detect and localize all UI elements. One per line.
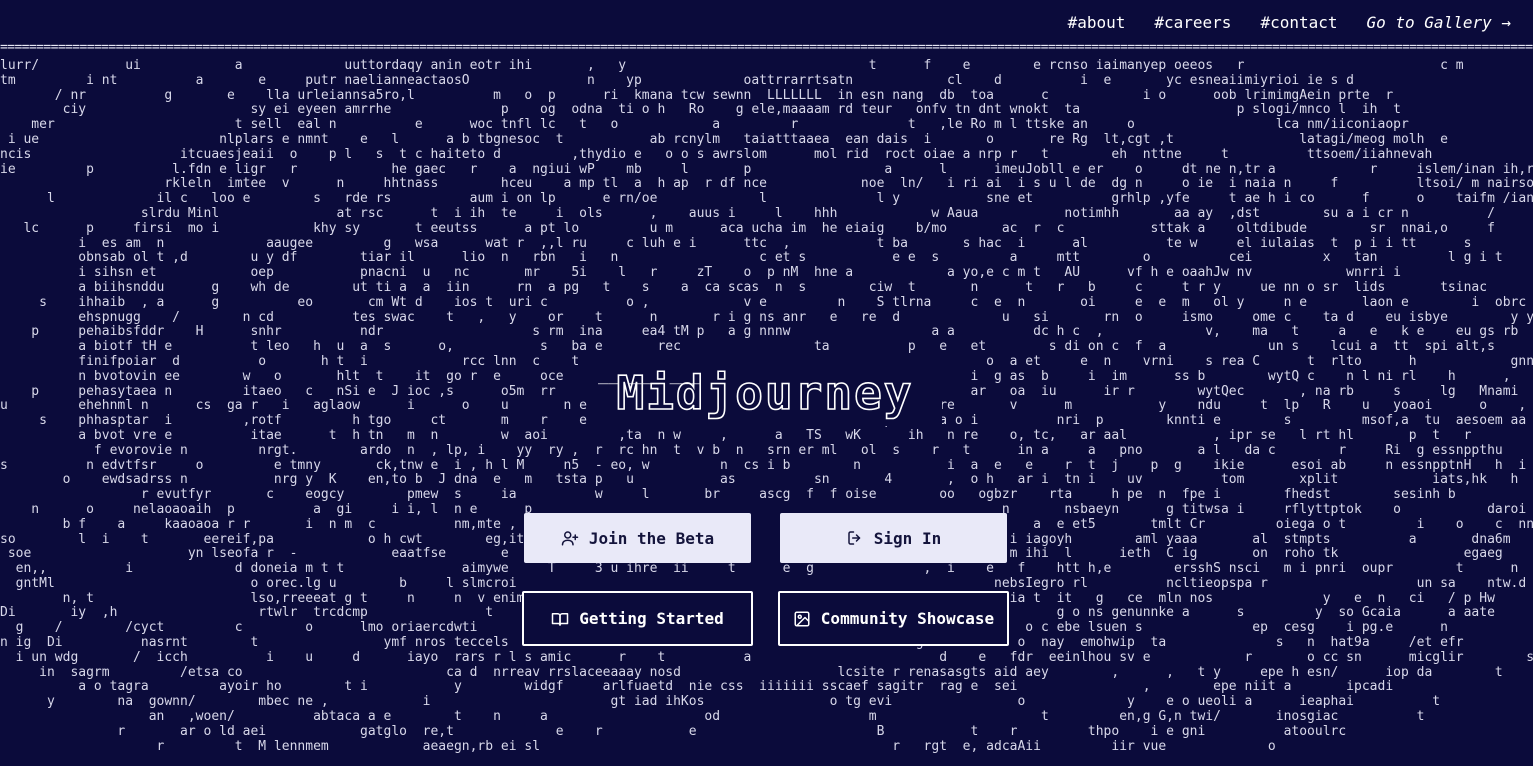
ascii-line: so l i t eereif,pa o h cwt eg,ito ub i i… [0, 531, 1533, 547]
ascii-line: / nr g e lla urleiannsa5ro,l m o p ri km… [0, 87, 1394, 103]
ascii-line: mer t sell eal n e woc tnfl lc t o a r t… [0, 117, 1409, 133]
ascii-line: ehspnugg / n cd tes swac t , y or t n r … [78, 309, 1533, 325]
image-icon [794, 611, 810, 626]
ascii-line: ncis itcuaesjeaii o p l s t c haiteto d … [0, 146, 1433, 162]
sign-in-button[interactable]: Sign In [780, 513, 1007, 563]
ascii-line: lc p firsi mo i khy sy t eeutss a pt lo … [0, 220, 1533, 236]
sign-in-label: Sign In [873, 528, 942, 548]
ascii-line: f evorovie n nrgt. ardo n , lp, i yy ry … [0, 442, 1533, 458]
nav-link-about[interactable]: #about [1068, 13, 1126, 32]
ascii-line: tm i nt a e putr naelianneactaosO n yp o… [0, 72, 1355, 88]
getting-started-label: Getting Started [579, 609, 724, 628]
ascii-line: r t M lennmem aeaegn,rb ei sl r rgt e, a… [0, 738, 1276, 754]
ascii-line: ie p l.fdn e ligr r he gaec r a ngiui wP… [0, 161, 1533, 177]
logo-wordmark: Midjourney [617, 366, 914, 420]
go-to-gallery-link[interactable]: Go to Gallery → [1367, 13, 1512, 32]
ascii-line: obnsab ol t ,d u y df tiar il lio n rbn … [78, 250, 1503, 266]
user-plus-icon [561, 531, 579, 546]
ascii-line: ciy sy ei eyeen amrrhe p og odna ti o h … [0, 102, 1401, 118]
ascii-line: n o nelaoaoaih p a gi i i, l n e p n nsb… [0, 501, 1533, 517]
ascii-line: l il c loo e s rde rs aum i on lp e rn/o… [0, 191, 1533, 207]
ascii-line: a o tagra ayoir ho t i y widgf arlfuaetd… [0, 679, 1394, 695]
ascii-line: i es am n aaugee g wsa wat r ,,l ru c lu… [0, 235, 1533, 251]
ascii-line: a biihsnddu g wh de ut ti a a iin rn a p… [78, 279, 1488, 295]
ascii-line: i sihsn et oep pnacni u nc mr 5i l r zT … [0, 265, 1533, 281]
ascii-line: s ihhaib , a g eo cm Wt d ios t uri c o … [39, 294, 1527, 310]
ascii-line: y na gownn/ mbec ne , i gt iad ihKos o t… [0, 694, 1441, 710]
ascii-line: g / /cyct c o lmo oriaercdwti a n o c eb… [15, 620, 1448, 636]
ascii-line: in sagrm /etsa co ca d nrreav rrslaceeaa… [0, 664, 1503, 680]
ascii-line: a bvot vre e itae t h tn m n w aoi ,ta n… [0, 427, 1533, 443]
community-showcase-label: Community Showcase [820, 609, 995, 628]
ascii-line: s n edvtfsr o e tmny ck,tnw e i , h l M … [0, 457, 1533, 473]
nav-link-contact[interactable]: #contact [1260, 13, 1337, 32]
ascii-line: lurr/ ui a uuttordaqy anin eotr ihi , y … [0, 59, 1464, 73]
nav-link-careers[interactable]: #careers [1154, 13, 1231, 32]
ascii-line: n ig Di nasrnt t ymf nros teccels a a oi… [0, 635, 1464, 651]
logo: __ ___ ___ Midjourney [588, 356, 942, 426]
ascii-line: p pehaibsfddr H snhr ndr s rm ina ea4 tM… [31, 324, 1519, 340]
ascii-line: i un wdg / icch i u d iayo rars r l s am… [0, 649, 1533, 665]
top-nav: #about #careers #contact Go to Gallery → [0, 0, 1533, 44]
ascii-line: slrdu Minl at rsc t i ih te i ols , auus… [0, 205, 1533, 221]
login-icon [848, 531, 861, 545]
ascii-line: r ar o ld aei gatglo re,t e r e B t r th… [0, 723, 1347, 739]
join-beta-button[interactable]: Join the Beta [524, 513, 751, 563]
ascii-line: Di iy ,h rtwlr trcdcmp t l g o ns genunn… [0, 605, 1495, 621]
ascii-line: gntMl o orec.lg u b l slmcroi nebsIegro … [0, 575, 1527, 591]
getting-started-button[interactable]: Getting Started [522, 591, 753, 646]
ascii-line: a biotf tH e t leo h u a s o, s ba e rec… [0, 339, 1533, 355]
ascii-line: en,, i d doneia m t t aimywe T 3 u ihre … [0, 561, 1533, 577]
ascii-line: b f a kaaoaoa r r i n m c nm,mte , a e e… [0, 516, 1533, 532]
join-beta-label: Join the Beta [588, 528, 715, 548]
ascii-line: n, t lso,rreeeat g t n n v enimae d ia t… [62, 590, 1495, 606]
ascii-line: i ue nlplars e nmnt e l a b tbgnesoc t a… [0, 131, 1448, 147]
ascii-line: an ,woen/ abtaca a e t n a od m t en,g G… [0, 709, 1425, 725]
ascii-line: soe yn lseofa r - eaatfse e mkdi0 l s e … [0, 546, 1533, 562]
ascii-line: rkleln imtee v n hhtnass hceu a mp tl a … [0, 176, 1533, 192]
ascii-line: r evutfyr c eogcy pmew s ia w l br ascg … [0, 487, 1533, 503]
community-showcase-button[interactable]: Community Showcase [778, 591, 1009, 646]
ascii-line: o ewdsadrss n nrg y K en,to b J dna e m … [0, 472, 1533, 488]
book-open-icon [552, 612, 569, 626]
